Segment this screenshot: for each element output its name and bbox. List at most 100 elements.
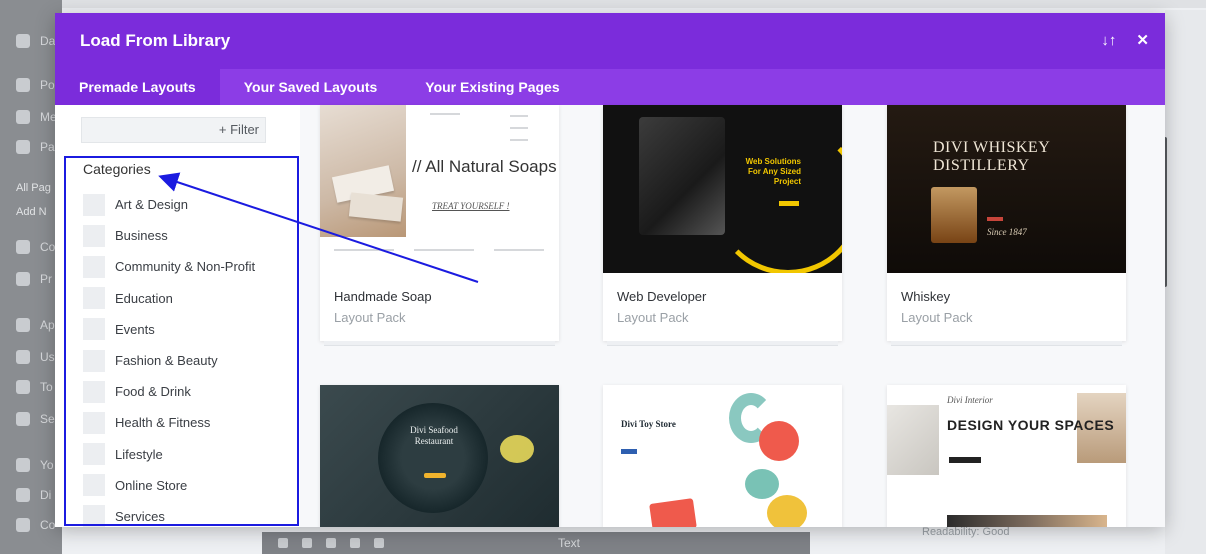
ring-graphic	[713, 125, 842, 273]
layout-thumbnail[interactable]: Divi Interior DESIGN YOUR SPACES	[887, 385, 1126, 527]
sidebar-item-appearance[interactable]: Ap	[16, 318, 55, 332]
sidebar-item-comments[interactable]: Co	[16, 240, 55, 254]
card-stack-edge	[324, 341, 555, 346]
pages-icon	[16, 140, 30, 154]
keyboard-photo	[639, 117, 725, 235]
filter-row: + Filter	[81, 117, 266, 143]
category-community-non-profit[interactable]: Community & Non-Profit	[83, 251, 255, 282]
load-from-library-modal: Load From Library ↓↑ ✕ Premade Layouts Y…	[55, 13, 1165, 527]
category-lifestyle[interactable]: Lifestyle	[83, 439, 255, 470]
wrench-icon	[16, 380, 30, 394]
sort-icon[interactable]: ↓↑	[1101, 31, 1116, 51]
checkbox[interactable]	[83, 318, 105, 341]
checkbox[interactable]	[83, 474, 105, 497]
checkbox[interactable]	[83, 505, 105, 527]
sidebar-item-posts[interactable]: Po	[16, 78, 55, 92]
toy-shape	[745, 469, 779, 499]
category-food-drink[interactable]: Food & Drink	[83, 376, 255, 407]
layout-thumbnail[interactable]: Web Solutions For Any Sized Project	[603, 105, 842, 273]
category-fashion-beauty[interactable]: Fashion & Beauty	[83, 345, 255, 376]
sidebar-item-tools[interactable]: To	[16, 380, 53, 394]
layout-card-web-developer[interactable]: Web Solutions For Any Sized Project Web …	[603, 105, 842, 346]
card-stack-edge	[607, 341, 838, 346]
sidebar-subitem-add-new[interactable]: Add N	[16, 206, 47, 218]
category-health-fitness[interactable]: Health & Fitness	[83, 407, 255, 438]
sidebar-item-divi[interactable]: Di	[16, 488, 51, 502]
media-icon	[16, 110, 30, 124]
category-services[interactable]: Services	[83, 501, 255, 527]
checkbox[interactable]	[83, 349, 105, 372]
card-stack-edge	[891, 341, 1122, 346]
checkbox[interactable]	[83, 380, 105, 403]
lemon-photo	[500, 435, 534, 463]
close-icon[interactable]: ✕	[1136, 31, 1149, 51]
thumb-headline: // All Natural Soaps	[412, 157, 557, 176]
layout-thumbnail[interactable]: Divi Toy Store	[603, 385, 842, 527]
trash-icon[interactable]	[374, 538, 384, 548]
checkbox[interactable]	[83, 443, 105, 466]
layout-card-whiskey[interactable]: DIVI WHISKEY DISTILLERY Since 1847 Whisk…	[887, 105, 1126, 346]
category-online-store[interactable]: Online Store	[83, 470, 255, 501]
modal-header: Load From Library ↓↑ ✕	[55, 13, 1165, 69]
tab-existing-pages[interactable]: Your Existing Pages	[401, 69, 583, 105]
card-meta: Handmade Soap Layout Pack	[320, 273, 559, 346]
toy-shape	[649, 498, 697, 527]
layout-type: Layout Pack	[334, 310, 406, 325]
thumb-button	[779, 201, 799, 206]
thumb-subline: Since 1847	[987, 227, 1027, 237]
layout-thumbnail[interactable]: DIVI WHISKEY DISTILLERY Since 1847	[887, 105, 1126, 273]
sidebar-item-collapse[interactable]: Co	[16, 518, 55, 532]
tab-saved-layouts[interactable]: Your Saved Layouts	[220, 69, 402, 105]
sidebar-item-projects[interactable]: Pr	[16, 272, 52, 286]
layout-card-handmade-soap[interactable]: // All Natural Soaps TREAT YOURSELF ! Ha…	[320, 105, 559, 346]
category-art-design[interactable]: Art & Design	[83, 189, 255, 220]
duplicate-icon[interactable]	[326, 538, 336, 548]
layout-name: Handmade Soap	[334, 289, 432, 304]
pin-icon	[16, 272, 30, 286]
filter-panel: + Filter Categories Art & Design Busines…	[55, 105, 300, 527]
plate-photo	[378, 403, 488, 513]
settings-icon[interactable]	[302, 538, 312, 548]
thumb-headline: Web Solutions For Any Sized Project	[745, 157, 801, 186]
tab-premade-layouts[interactable]: Premade Layouts	[55, 69, 220, 105]
pin-icon	[16, 78, 30, 92]
add-icon[interactable]	[278, 538, 288, 548]
checkbox[interactable]	[83, 224, 105, 247]
layout-card-seafood[interactable]: Divi Seafood Restaurant	[320, 385, 559, 527]
sidebar-item-yoast[interactable]: Yo	[16, 458, 54, 472]
filter-button[interactable]: + Filter	[219, 122, 259, 137]
thumb-headline: Divi Toy Store	[621, 419, 676, 429]
interior-photo	[947, 515, 1107, 527]
thumb-headline: DIVI WHISKEY DISTILLERY	[933, 139, 1050, 174]
modal-title: Load From Library	[80, 31, 231, 50]
power-icon[interactable]	[350, 538, 360, 548]
readability-status: Readability: Good	[922, 526, 1010, 538]
category-education[interactable]: Education	[83, 283, 255, 314]
layout-card-interior[interactable]: Divi Interior DESIGN YOUR SPACES	[887, 385, 1126, 527]
sidebar-item-settings[interactable]: Se	[16, 412, 55, 426]
glass-photo	[931, 187, 977, 243]
dashboard-icon	[16, 34, 30, 48]
checkbox[interactable]	[83, 287, 105, 310]
sidebar-item-dashboard[interactable]: Da	[16, 34, 55, 48]
layout-thumbnail[interactable]: Divi Seafood Restaurant	[320, 385, 559, 527]
search-input[interactable]	[82, 118, 202, 142]
category-business[interactable]: Business	[83, 220, 255, 251]
checkbox[interactable]	[83, 193, 105, 216]
modal-header-actions: ↓↑ ✕	[1101, 31, 1149, 51]
checkbox[interactable]	[83, 255, 105, 278]
sidebar-item-pages[interactable]: Pa	[16, 140, 55, 154]
sidebar-subitem-all-pages[interactable]: All Pag	[16, 182, 51, 194]
sidebar-item-media[interactable]: Me	[16, 110, 57, 124]
brush-icon	[16, 318, 30, 332]
thumb-button	[621, 449, 637, 454]
thumb-headline: Divi Seafood Restaurant	[410, 425, 458, 446]
sidebar-item-users[interactable]: Us	[16, 350, 55, 364]
layout-name: Whiskey	[901, 289, 951, 304]
layout-card-toy-store[interactable]: Divi Toy Store	[603, 385, 842, 527]
checkbox[interactable]	[83, 411, 105, 434]
comment-icon	[16, 240, 30, 254]
layout-thumbnail[interactable]: // All Natural Soaps TREAT YOURSELF !	[320, 105, 559, 273]
category-events[interactable]: Events	[83, 314, 255, 345]
thumb-subline: Divi Interior	[947, 395, 993, 405]
